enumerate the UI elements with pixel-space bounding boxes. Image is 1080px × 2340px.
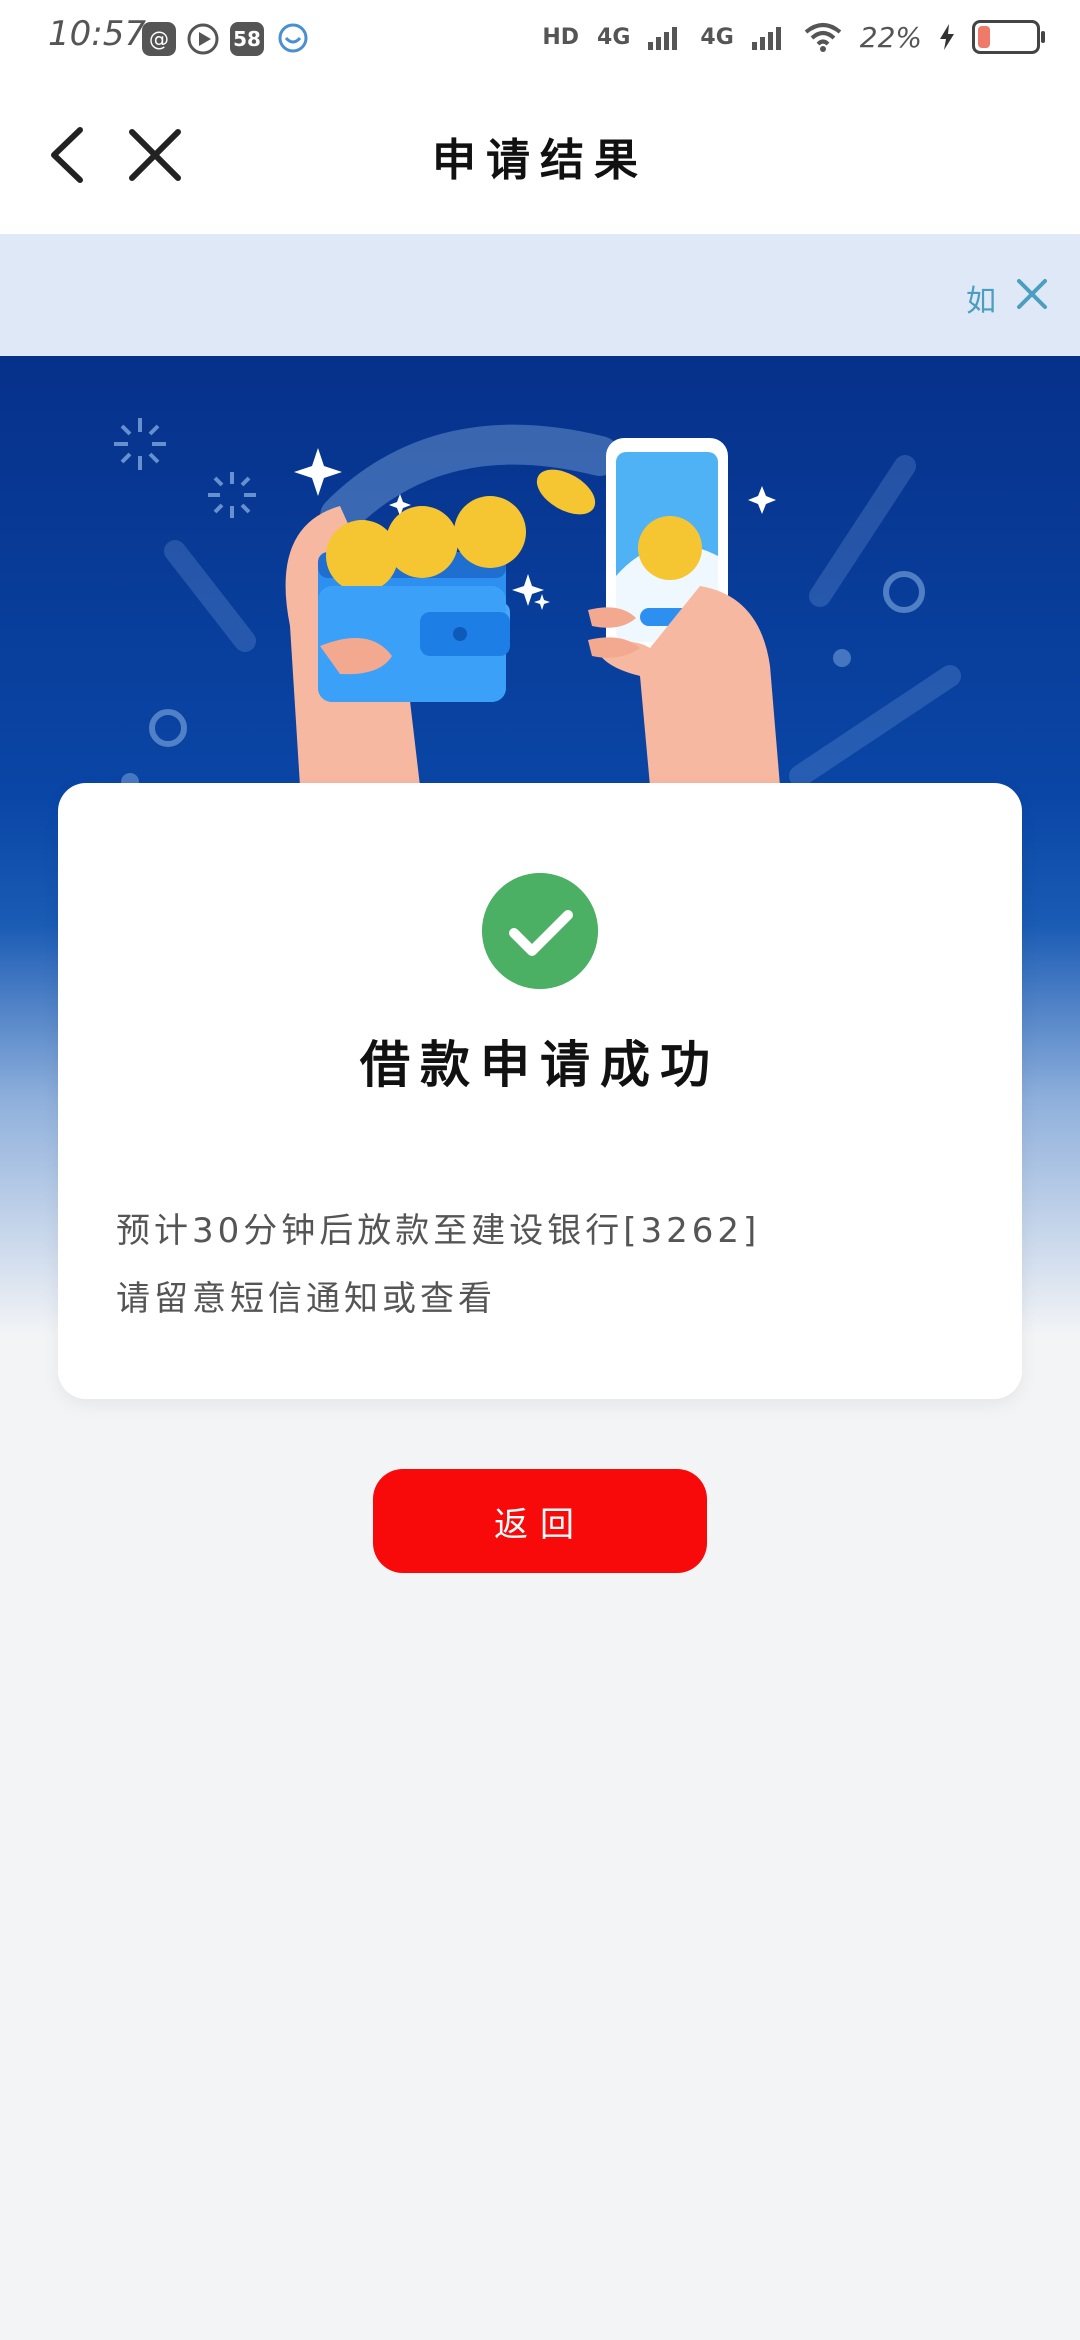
- signal-4g-1: 4G: [597, 24, 631, 50]
- svg-text:@: @: [149, 27, 169, 51]
- result-message-line1: 预计30分钟后放款至建设银行[3262]: [116, 1211, 761, 1251]
- chat-icon: [278, 23, 308, 53]
- signal-4g-2: 4G: [700, 24, 734, 50]
- app-badge-58: 58: [233, 27, 261, 51]
- return-button[interactable]: 返回: [373, 1469, 707, 1573]
- result-title: 借款申请成功: [360, 1036, 720, 1094]
- page-title: 申请结果: [432, 135, 648, 186]
- status-right: HD 4G 4G 22%: [542, 20, 1045, 54]
- close-icon[interactable]: [1014, 276, 1050, 312]
- wifi-icon: [804, 23, 842, 52]
- battery-icon: [972, 20, 1045, 54]
- at-icon: @: [142, 22, 176, 56]
- signal-icon: [648, 27, 678, 50]
- signal-icon: [751, 27, 781, 50]
- notice-bar[interactable]: 如: [0, 234, 1080, 356]
- result-message-line2: 请留意短信通知或查看: [116, 1279, 496, 1319]
- status-bar: 10:57 @ 58 HD 4G 4G 22%: [0, 0, 1080, 80]
- nav-bar: 申请结果: [0, 80, 1080, 234]
- status-time: 10:57: [48, 14, 146, 54]
- battery-percent: 22%: [859, 20, 922, 54]
- play-icon: [187, 23, 219, 55]
- notice-text: 如: [966, 284, 996, 319]
- 58-icon: 58: [230, 22, 264, 56]
- result-card: 借款申请成功 预计30分钟后放款至建设银行[3262] 请留意短信通知或查看: [58, 783, 1022, 1399]
- charging-icon: [940, 24, 954, 50]
- check-circle-icon: [482, 873, 598, 989]
- hd-indicator: HD: [542, 24, 580, 50]
- battery-level: [978, 26, 990, 48]
